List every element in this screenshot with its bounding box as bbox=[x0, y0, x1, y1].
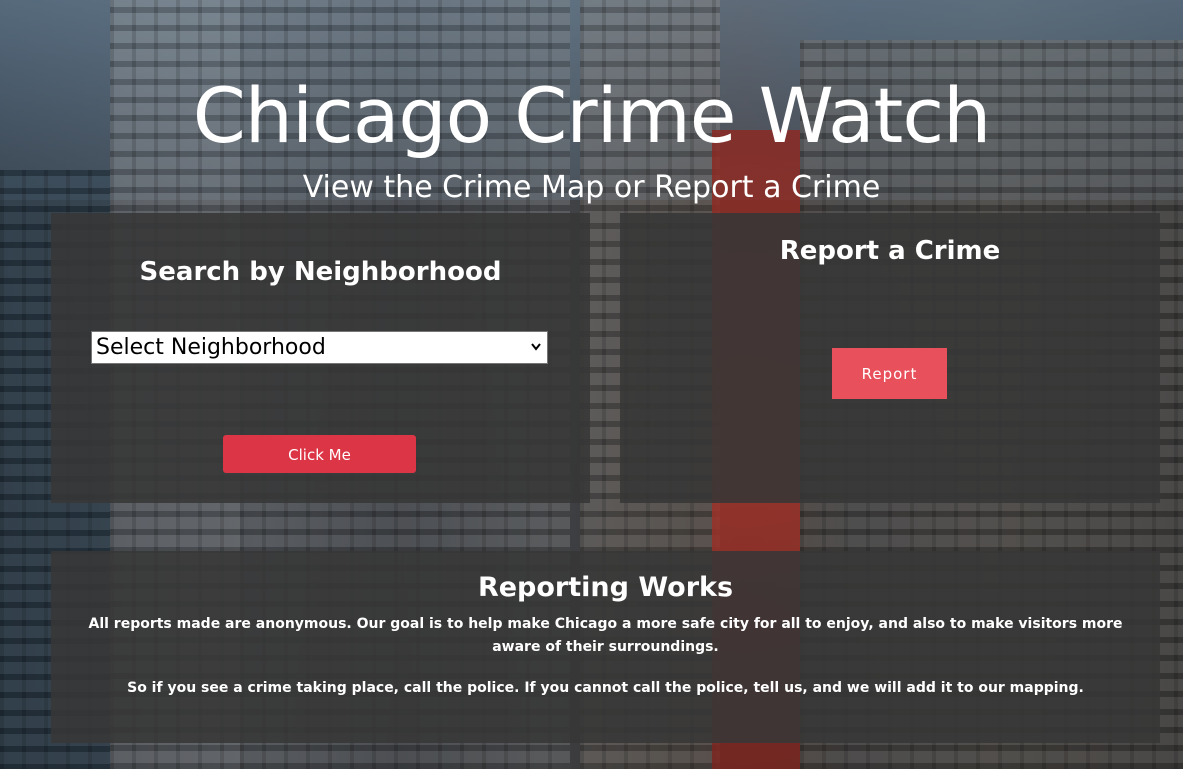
click-me-button[interactable]: Click Me bbox=[223, 435, 416, 473]
search-panel-heading: Search by Neighborhood bbox=[139, 257, 502, 287]
search-panel: Search by Neighborhood Select Neighborho… bbox=[51, 213, 590, 503]
info-paragraph-call-police: So if you see a crime taking place, call… bbox=[127, 680, 1084, 696]
page: Chicago Crime Watch View the Crime Map o… bbox=[0, 0, 1183, 769]
neighborhood-select-value: Select Neighborhood bbox=[96, 335, 326, 360]
report-button[interactable]: Report bbox=[832, 348, 947, 399]
info-panel: Reporting Works All reports made are ano… bbox=[51, 551, 1160, 743]
info-paragraph-anonymous: All reports made are anonymous. Our goal… bbox=[88, 616, 1123, 655]
page-title: Chicago Crime Watch bbox=[192, 71, 992, 160]
info-panel-heading: Reporting Works bbox=[477, 572, 734, 603]
page-subtitle: View the Crime Map or Report a Crime bbox=[302, 170, 881, 205]
report-panel-heading: Report a Crime bbox=[779, 236, 1001, 266]
report-panel: Report a Crime Report bbox=[620, 213, 1160, 503]
neighborhood-select[interactable]: Select Neighborhood bbox=[91, 331, 548, 364]
chevron-down-icon bbox=[530, 332, 542, 375]
